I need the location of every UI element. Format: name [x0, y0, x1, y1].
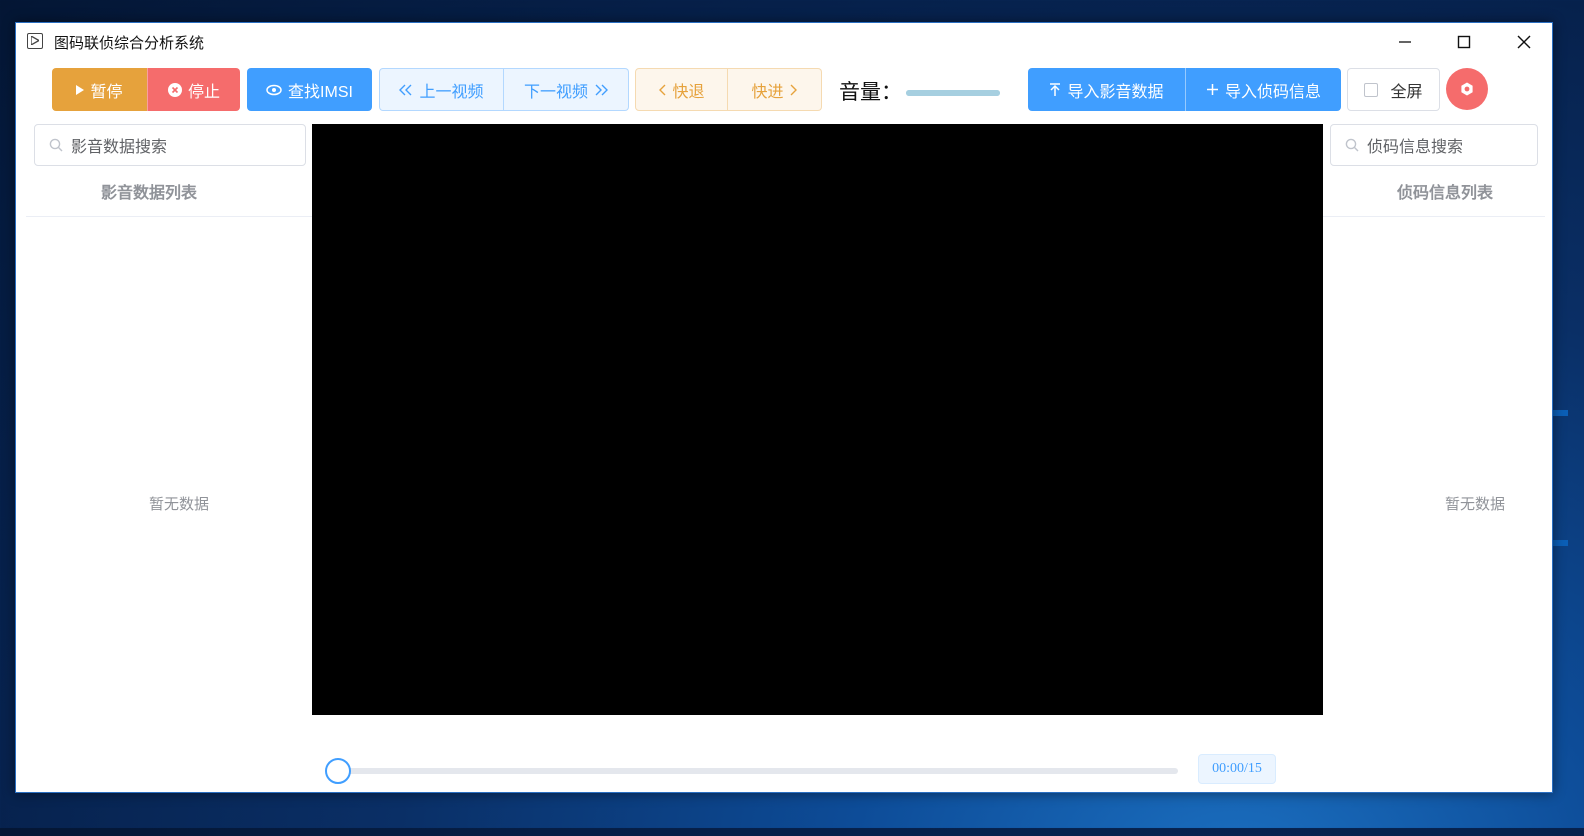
import-media-label: 导入影音数据 — [1067, 83, 1164, 101]
volume-slider[interactable] — [906, 90, 1000, 96]
find-imsi-label: 查找IMSI — [288, 83, 353, 101]
rewind-label: 快退 — [672, 83, 705, 101]
title-bar: 图码联侦综合分析系统 — [16, 23, 1552, 61]
eye-icon — [266, 84, 282, 95]
import-code-label: 导入侦码信息 — [1224, 83, 1321, 101]
minimize-button[interactable] — [1382, 23, 1428, 61]
double-chevron-right-icon — [595, 84, 608, 95]
progress-slider-handle[interactable] — [325, 758, 351, 784]
play-triangle-icon — [76, 84, 85, 95]
maximize-icon — [1457, 35, 1471, 49]
media-search-input[interactable]: 影音数据搜索 — [34, 124, 306, 166]
video-player[interactable] — [312, 124, 1323, 715]
settings-button[interactable] — [1446, 68, 1488, 110]
next-video-label: 下一视频 — [523, 83, 588, 101]
import-code-button[interactable]: 导入侦码信息 — [1185, 68, 1341, 111]
chevron-left-icon — [659, 84, 666, 95]
fullscreen-checkbox-box[interactable] — [1364, 82, 1379, 97]
chevron-right-icon — [790, 84, 797, 95]
code-search-placeholder: 侦码信息搜索 — [1367, 139, 1464, 156]
fullscreen-label: 全屏 — [1390, 83, 1423, 101]
import-media-button[interactable]: 导入影音数据 — [1028, 68, 1185, 111]
close-button[interactable] — [1501, 23, 1547, 61]
progress-slider[interactable] — [338, 768, 1178, 774]
prev-video-button[interactable]: 上一视频 — [379, 68, 504, 111]
plus-icon — [1206, 84, 1218, 95]
time-display: 00:00/15 — [1198, 754, 1276, 784]
maximize-button[interactable] — [1441, 23, 1487, 61]
settings-icon — [1461, 82, 1473, 96]
close-icon — [1517, 35, 1531, 49]
toolbar: 暂停 停止 查找IMSI 上一视频 下一视频 快退 快进 音量： 导入影音数据 … — [16, 68, 1552, 112]
media-list-divider — [26, 216, 312, 217]
play-square-icon — [27, 33, 43, 49]
minimize-icon — [1399, 41, 1411, 43]
upload-icon — [1050, 82, 1061, 96]
forward-button[interactable]: 快进 — [728, 68, 822, 111]
stop-button[interactable]: 停止 — [147, 68, 240, 111]
app-window: 图码联侦综合分析系统 暂停 停止 查找IMSI 上一视频 下一视频 快退 快进 … — [15, 22, 1553, 793]
volume-label: 音量： — [839, 81, 902, 104]
pause-button[interactable]: 暂停 — [52, 68, 147, 111]
forward-label: 快进 — [751, 83, 784, 101]
window-title: 图码联侦综合分析系统 — [54, 35, 205, 52]
media-search-placeholder: 影音数据搜索 — [71, 139, 168, 156]
close-circle-icon — [167, 82, 182, 97]
rewind-button[interactable]: 快退 — [635, 68, 728, 111]
double-chevron-left-icon — [399, 84, 412, 95]
find-imsi-button[interactable]: 查找IMSI — [247, 68, 372, 111]
search-icon — [1345, 138, 1359, 152]
media-list-header: 影音数据列表 — [101, 185, 198, 202]
code-list-empty-text: 暂无数据 — [1445, 496, 1506, 513]
next-video-button[interactable]: 下一视频 — [504, 68, 629, 111]
prev-video-label: 上一视频 — [419, 83, 484, 101]
code-list-header: 侦码信息列表 — [1397, 185, 1494, 202]
volume-slider-fill — [906, 90, 1000, 96]
stop-button-label: 停止 — [187, 83, 220, 101]
fullscreen-checkbox[interactable]: 全屏 — [1347, 68, 1440, 111]
search-icon — [49, 138, 63, 152]
code-list-divider — [1323, 216, 1545, 217]
code-search-input[interactable]: 侦码信息搜索 — [1330, 124, 1538, 166]
pause-button-label: 暂停 — [90, 83, 123, 101]
media-list-empty-text: 暂无数据 — [149, 496, 210, 513]
